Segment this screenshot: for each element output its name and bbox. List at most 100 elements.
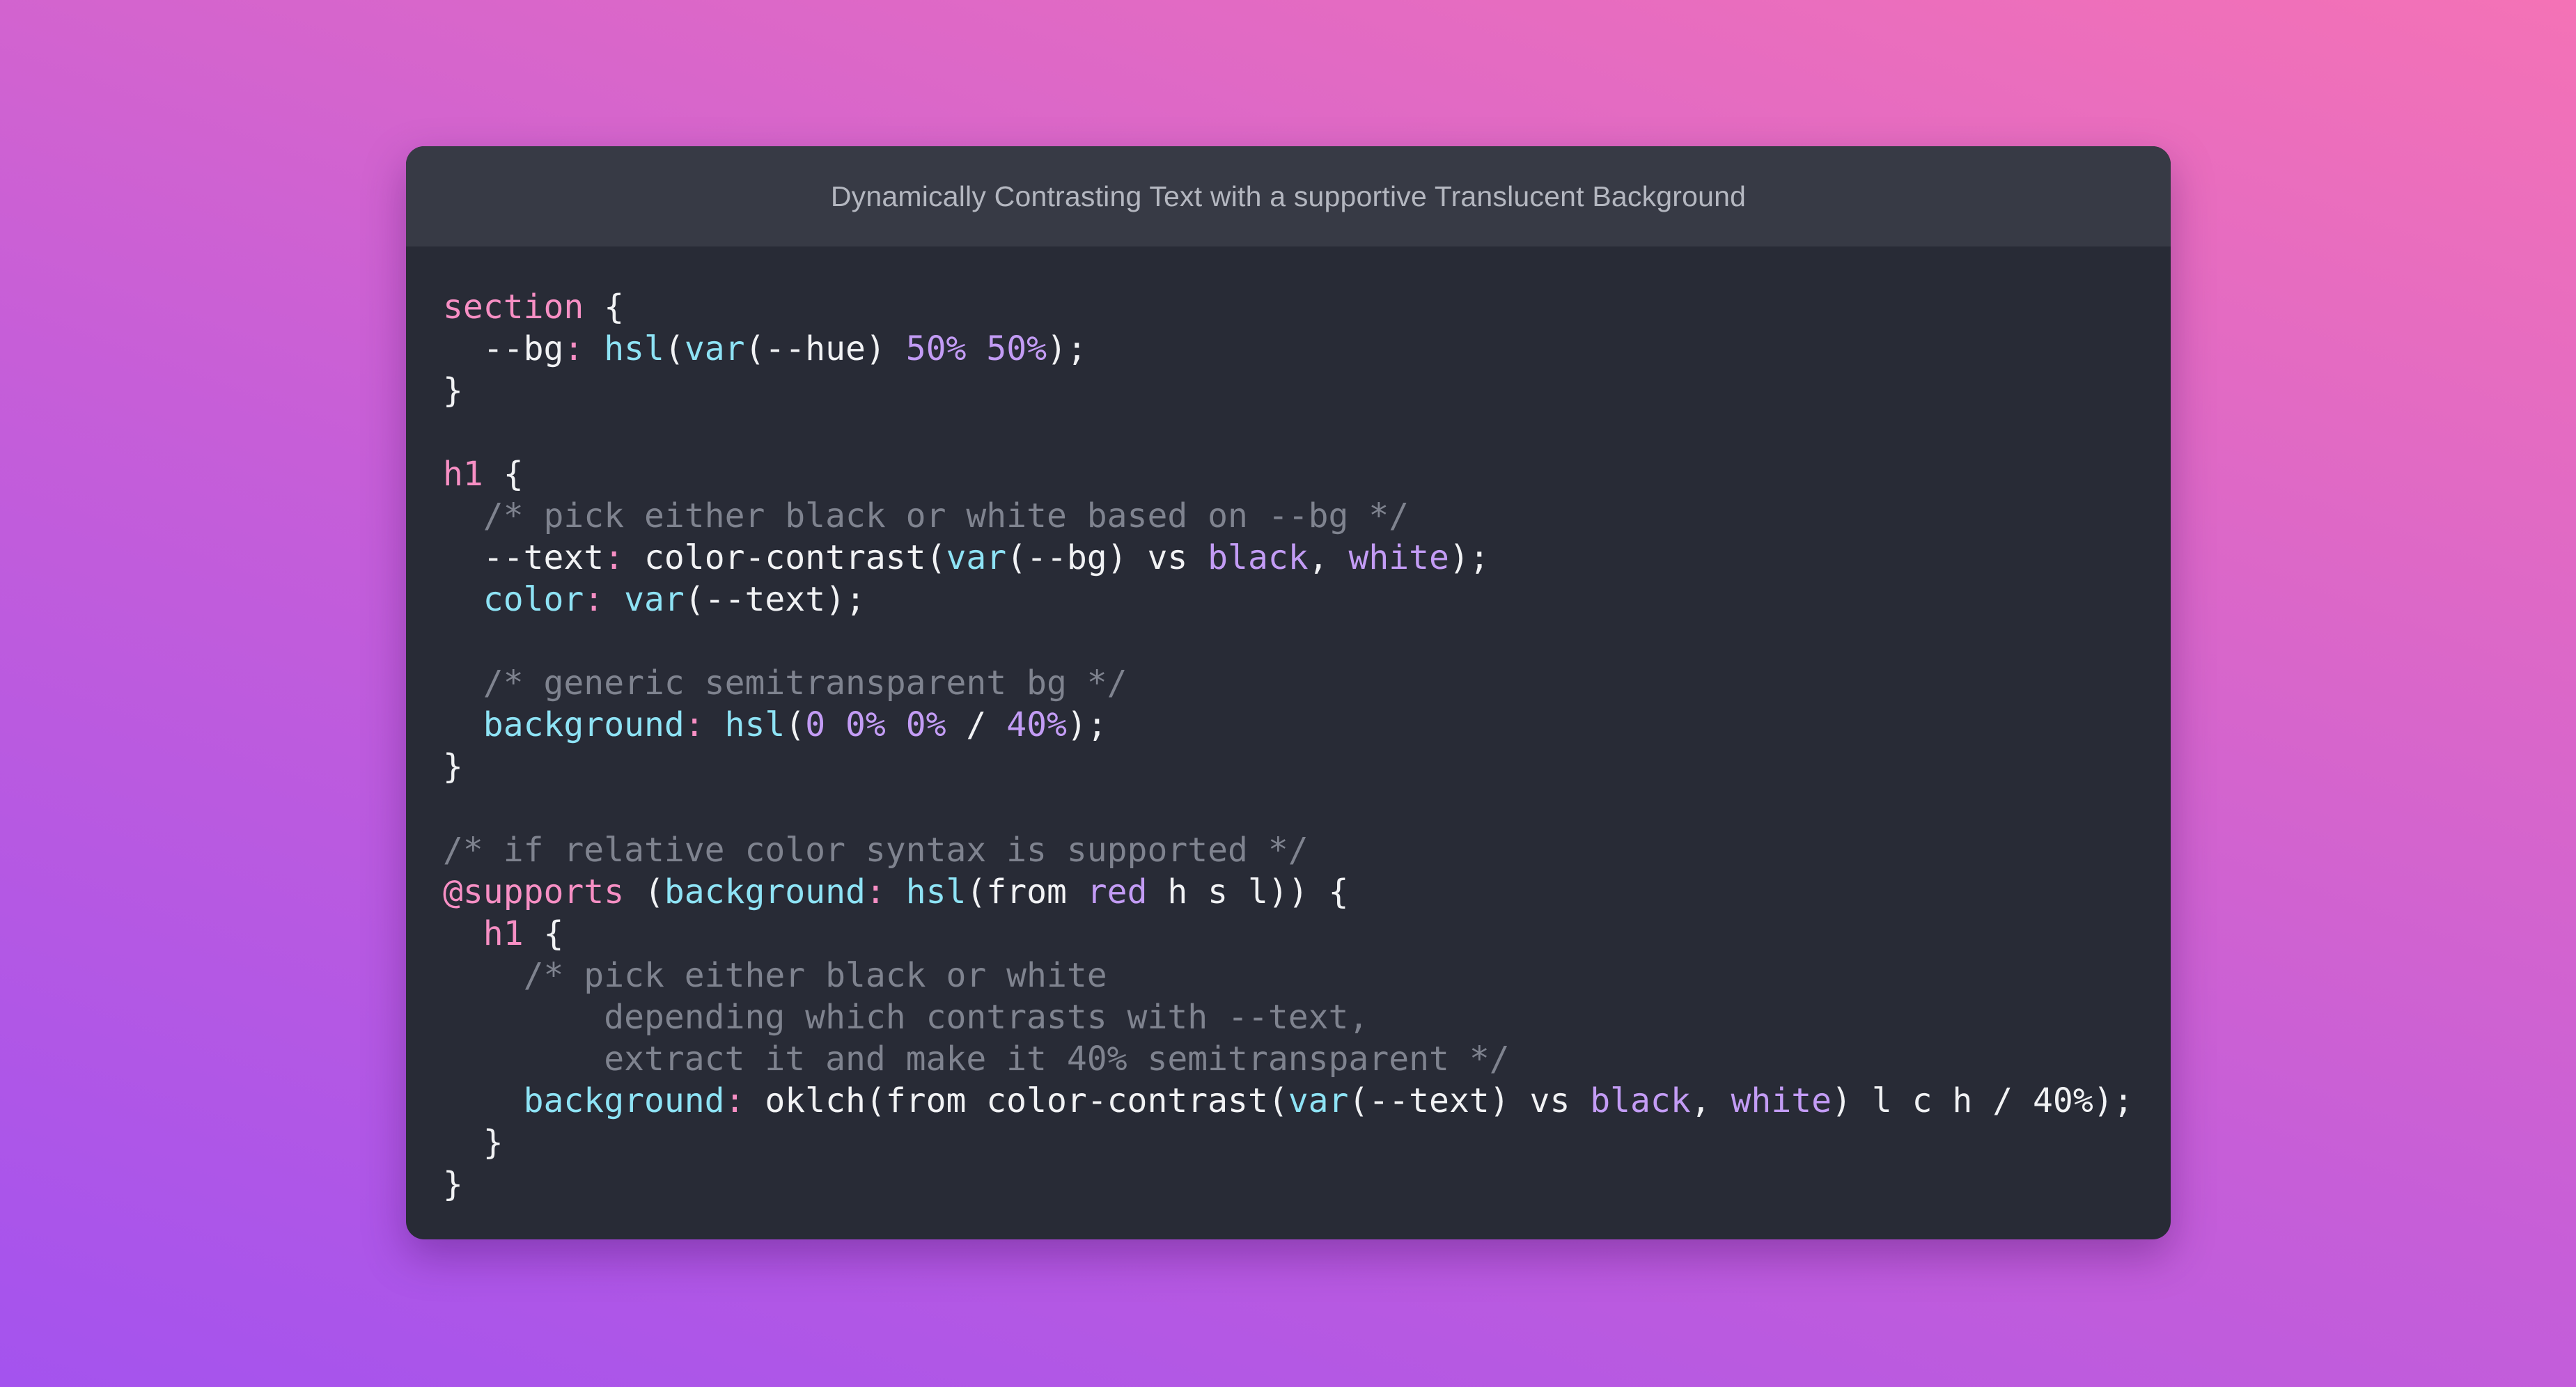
code-line: background: oklch(from color-contrast(va…: [443, 1080, 2171, 1122]
code-token: 0: [805, 705, 826, 744]
code-line: background: hsl(0 0% 0% / 40%);: [443, 704, 2171, 746]
code-token: 50%: [905, 329, 967, 368]
code-line: }: [443, 1122, 2171, 1163]
code-token: color-contrast(: [624, 538, 946, 577]
code-token: :: [684, 705, 705, 744]
code-token: (: [664, 329, 685, 368]
code-token: /* if relative color syntax is supported…: [443, 831, 1309, 870]
code-token: ,: [1690, 1081, 1731, 1120]
code-line: h1 {: [443, 913, 2171, 955]
code-line: --text: color-contrast(var(--bg) vs blac…: [443, 537, 2171, 579]
code-token: h1: [483, 914, 524, 953]
code-line: /* pick either black or white: [443, 955, 2171, 996]
code-token: (--text) vs: [1348, 1081, 1591, 1120]
code-line: /* if relative color syntax is supported…: [443, 829, 2171, 871]
code-token: }: [443, 1123, 504, 1162]
code-token: --text: [443, 538, 604, 577]
code-token: 0%: [845, 705, 886, 744]
code-token: depending which contrasts with --text,: [443, 998, 1369, 1037]
code-token: extract it and make it 40% semitranspare…: [443, 1040, 1510, 1079]
code-token: }: [443, 747, 463, 786]
window-titlebar: Dynamically Contrasting Text with a supp…: [406, 146, 2171, 246]
code-token: /* pick either black or white based on -…: [443, 496, 1410, 535]
code-token: background: [523, 1081, 725, 1120]
code-token: var: [684, 329, 745, 368]
code-token: white: [1348, 538, 1449, 577]
code-token: :: [604, 538, 625, 577]
code-block[interactable]: section { --bg: hsl(var(--hue) 50% 50%);…: [406, 246, 2171, 1205]
code-token: red: [1086, 872, 1148, 911]
code-token: var: [1288, 1081, 1349, 1120]
code-token: }: [443, 371, 463, 410]
code-token: hsl: [724, 705, 786, 744]
code-line: depending which contrasts with --text,: [443, 996, 2171, 1038]
code-token: {: [483, 455, 524, 494]
code-token: var: [624, 580, 685, 619]
code-token: (: [624, 872, 664, 911]
code-line: color: var(--text);: [443, 579, 2171, 620]
code-token: );: [1066, 705, 1107, 744]
code-window: Dynamically Contrasting Text with a supp…: [406, 146, 2171, 1239]
code-token: :: [724, 1081, 745, 1120]
code-line: }: [443, 746, 2171, 787]
code-line: --bg: hsl(var(--hue) 50% 50%);: [443, 328, 2171, 370]
code-line: }: [443, 1163, 2171, 1205]
code-token: 40%: [1006, 705, 1067, 744]
code-line: section {: [443, 286, 2171, 328]
code-line: }: [443, 370, 2171, 412]
code-line: @supports (background: hsl(from red h s …: [443, 871, 2171, 913]
code-token: (--bg) vs: [1006, 538, 1208, 577]
code-token: {: [584, 288, 625, 327]
code-token: /* generic semitransparent bg */: [443, 664, 1127, 703]
code-token: hsl: [604, 329, 664, 368]
code-token: 0%: [905, 705, 946, 744]
code-token: black: [1590, 1081, 1691, 1120]
code-token: }: [443, 1165, 463, 1204]
code-token: black: [1208, 538, 1309, 577]
code-token: background: [483, 705, 685, 744]
code-token: white: [1731, 1081, 1832, 1120]
code-token: --bg: [443, 329, 564, 368]
code-token: :: [584, 580, 604, 619]
code-token: /: [946, 705, 1007, 744]
code-token: /* pick either black or white: [443, 956, 1107, 995]
code-token: var: [946, 538, 1007, 577]
code-line: /* pick either black or white based on -…: [443, 495, 2171, 537]
code-token: @supports: [443, 872, 625, 911]
code-token: );: [1047, 329, 1087, 368]
code-token: ) l c h / 40%);: [1832, 1081, 2134, 1120]
code-token: oklch(from color-contrast(: [744, 1081, 1288, 1120]
code-token: h s l)) {: [1147, 872, 1349, 911]
code-line: h1 {: [443, 453, 2171, 495]
code-token: {: [523, 914, 564, 953]
code-token: color: [483, 580, 584, 619]
code-token: (from: [966, 872, 1087, 911]
window-title: Dynamically Contrasting Text with a supp…: [830, 180, 1747, 212]
code-token: :: [563, 329, 584, 368]
code-token: (--hue): [744, 329, 906, 368]
code-token: ,: [1308, 538, 1349, 577]
code-line: extract it and make it 40% semitranspare…: [443, 1038, 2171, 1080]
code-token: :: [865, 872, 886, 911]
code-token: hsl: [905, 872, 967, 911]
code-token: h1: [443, 455, 483, 494]
code-token: );: [1449, 538, 1490, 577]
code-token: 50%: [986, 329, 1047, 368]
code-token: section: [443, 288, 584, 327]
code-token: (: [785, 705, 806, 744]
code-line: /* generic semitransparent bg */: [443, 662, 2171, 704]
code-token: (--text);: [684, 580, 866, 619]
